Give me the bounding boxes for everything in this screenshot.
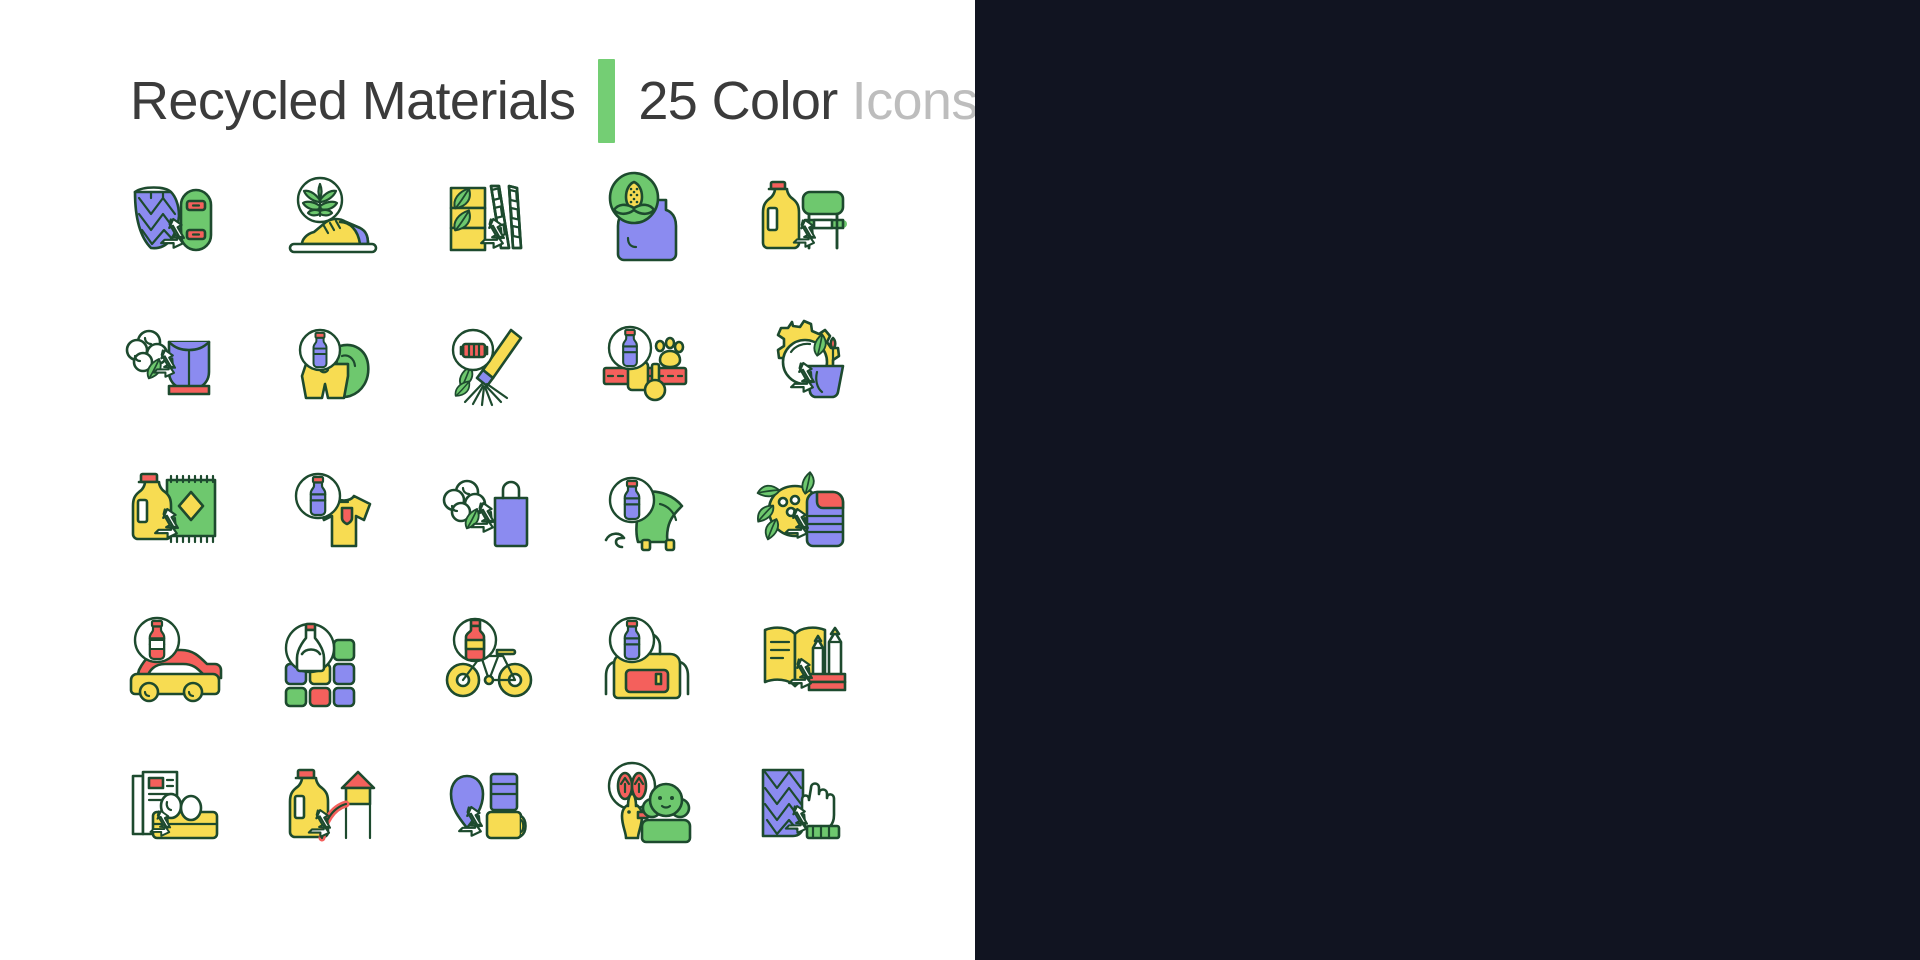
cotton-sports-top-icon-artwork <box>125 329 210 395</box>
newspaper-egg-carton-icon-artwork <box>131 770 218 839</box>
bottle-broom-icon[interactable] <box>426 306 551 429</box>
fishing-net-skateboard-icon-artwork <box>133 185 212 251</box>
hemp-sneaker-icon[interactable] <box>269 160 394 283</box>
bottle-yoga-mat-icon-artwork <box>449 772 527 839</box>
corn-bioplastic-bag-icon-artwork <box>608 171 677 261</box>
cotton-tote-bag-icon-artwork <box>442 479 528 547</box>
bottle-broom-icon-artwork <box>451 328 522 406</box>
light-theme-panel: Recycled Materials 25 Color Icons <box>0 0 979 960</box>
flip-flops-toys-icon-artwork <box>607 761 691 843</box>
glass-bottle-tiles-icon-artwork <box>284 622 355 707</box>
fishing-net-glove-icon-artwork <box>761 768 840 839</box>
cotton-tote-bag-icon[interactable] <box>426 452 551 575</box>
dark-theme-panel <box>975 0 1920 960</box>
corn-bioplastic-bag-icon[interactable] <box>583 160 708 283</box>
bottle-tshirt-icon[interactable] <box>269 452 394 575</box>
corn-sleeping-bag-icon-artwork <box>756 470 844 547</box>
notebook-pencils-icon[interactable] <box>740 598 865 721</box>
flip-flops-toys-icon[interactable] <box>583 744 708 867</box>
detergent-bottle-bench-icon-artwork <box>761 180 847 249</box>
bottle-playground-slide-icon-artwork <box>288 768 375 841</box>
corn-sleeping-bag-icon[interactable] <box>740 452 865 575</box>
icon-grid-light <box>112 160 865 867</box>
cotton-sports-top-icon[interactable] <box>112 306 237 429</box>
detergent-bottle-rug-icon[interactable] <box>112 452 237 575</box>
hemp-sneaker-icon-artwork <box>288 176 377 253</box>
bottle-swim-shorts-icon[interactable] <box>269 306 394 429</box>
detergent-bottle-rug-icon-artwork <box>131 472 216 543</box>
newspaper-egg-carton-icon[interactable] <box>112 744 237 867</box>
icon-count-label: 25 Color <box>638 71 838 131</box>
gear-planter-pot-icon-artwork <box>776 319 844 398</box>
bottle-car-parts-icon-artwork <box>129 616 222 702</box>
fishing-net-skateboard-icon[interactable] <box>112 160 237 283</box>
bottle-car-parts-icon[interactable] <box>112 598 237 721</box>
bottle-beach-towel-icon-artwork <box>604 476 683 551</box>
notebook-pencils-icon-artwork <box>763 625 846 691</box>
bottle-bicycle-icon-artwork <box>445 617 532 697</box>
bottle-playground-slide-icon[interactable] <box>269 744 394 867</box>
gear-planter-pot-icon[interactable] <box>740 306 865 429</box>
bottle-backpack-icon-artwork <box>604 616 689 699</box>
page-title: Recycled Materials <box>130 71 576 131</box>
icon-set-sheet: Recycled Materials 25 Color Icons <box>0 0 1920 960</box>
detergent-bottle-bench-icon[interactable] <box>740 160 865 283</box>
title-divider-bar <box>598 59 616 143</box>
fishing-net-glove-icon[interactable] <box>740 744 865 867</box>
bottle-tshirt-icon-artwork <box>294 472 371 547</box>
bamboo-paper-straws-icon-artwork <box>449 184 522 251</box>
bottle-swim-shorts-icon-artwork <box>298 328 370 399</box>
sheet-header: Recycled Materials 25 Color Icons <box>130 59 979 143</box>
glass-bottle-tiles-icon[interactable] <box>269 598 394 721</box>
bottle-bicycle-icon[interactable] <box>426 598 551 721</box>
bottle-pet-collar-icon-artwork <box>602 325 687 401</box>
icon-type-label: Icons <box>851 71 979 131</box>
bamboo-paper-straws-icon[interactable] <box>426 160 551 283</box>
bottle-backpack-icon[interactable] <box>583 598 708 721</box>
bottle-beach-towel-icon[interactable] <box>583 452 708 575</box>
bottle-yoga-mat-icon[interactable] <box>426 744 551 867</box>
bottle-pet-collar-icon[interactable] <box>583 306 708 429</box>
